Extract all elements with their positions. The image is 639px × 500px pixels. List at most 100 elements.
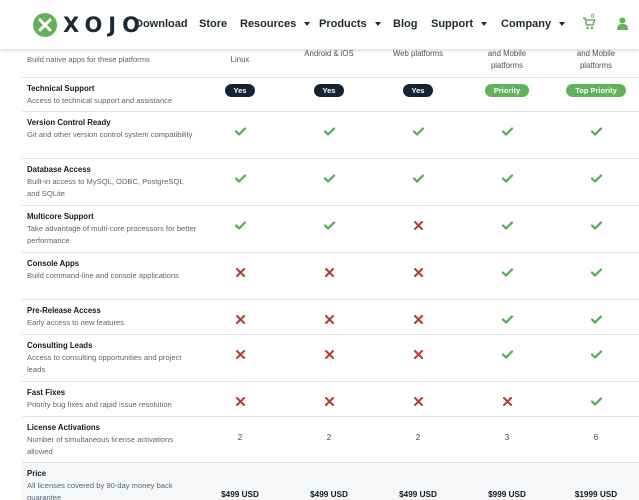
tier-cell: Yes xyxy=(195,84,285,97)
check-icon xyxy=(551,397,639,406)
cross-icon xyxy=(462,397,552,406)
check-icon xyxy=(551,315,639,324)
cart-button[interactable]: 0 xyxy=(582,14,596,35)
feature-title: Version Control Ready xyxy=(27,118,111,127)
tier-cell: Yes xyxy=(284,84,374,97)
platform-cell: and Mobile platforms xyxy=(576,49,616,70)
tier-cell: Yes xyxy=(373,84,463,97)
check-icon xyxy=(373,174,463,183)
price-cell: $1999 USD xyxy=(574,490,618,499)
nav-label: Company xyxy=(501,18,552,30)
chevron-down-icon xyxy=(304,22,311,26)
feature-description: All licenses covered by 90-day money bac… xyxy=(27,481,173,500)
feature-title: Fast Fixes xyxy=(27,388,66,397)
table-row: Pre-Release Access Early access to new fe… xyxy=(22,300,639,335)
support-badge: Priority xyxy=(484,84,530,97)
price-cell: $499 USD xyxy=(310,490,348,499)
check-icon xyxy=(462,127,552,136)
check-icon xyxy=(462,174,552,183)
check-icon xyxy=(462,315,552,324)
nav-label: Products xyxy=(319,18,367,30)
platform-cell: Android & iOS xyxy=(304,49,354,58)
check-icon xyxy=(551,268,639,277)
cross-icon xyxy=(195,397,285,406)
tier-cell: Priority xyxy=(462,84,552,97)
activation-count: 2 xyxy=(237,433,243,442)
feature-title: Consulting Leads xyxy=(27,341,93,350)
table-row: License Activations Number of simultaneou… xyxy=(22,417,639,463)
cross-icon xyxy=(195,350,285,359)
activation-count: 3 xyxy=(504,433,510,442)
cross-icon xyxy=(195,315,285,324)
table-row: Version Control Ready Git and other versi… xyxy=(22,112,639,159)
feature-title: Multicore Support xyxy=(27,212,94,221)
check-icon xyxy=(195,221,285,230)
tier-cell: Top Priority xyxy=(551,84,639,97)
xojo-logo-mark-icon xyxy=(33,13,57,37)
platform-cell: Linux xyxy=(230,55,250,64)
xojo-logo[interactable]: XOJO xyxy=(33,13,146,37)
check-icon xyxy=(462,268,552,277)
support-badge: Yes xyxy=(402,84,434,97)
platform-cell: Web platforms xyxy=(392,49,444,58)
chevron-down-icon xyxy=(481,22,488,26)
check-icon xyxy=(284,127,374,136)
chevron-down-icon xyxy=(374,22,381,26)
nav-label: Resources xyxy=(240,18,297,30)
cross-icon xyxy=(373,221,463,230)
feature-description: Early access to new features xyxy=(27,318,125,327)
feature-description: Priority bug fixes and rapid issue resol… xyxy=(27,400,172,409)
nav-label: Store xyxy=(199,18,228,30)
table-row: Multicore Support Take advantage of multi… xyxy=(22,206,639,253)
platform-cell: and Mobile platforms xyxy=(487,49,527,70)
feature-description: Take advantage of multi-core processors … xyxy=(27,224,197,245)
cross-icon xyxy=(284,350,374,359)
cross-icon xyxy=(284,315,374,324)
feature-description: Build command-line and console applicati… xyxy=(27,271,179,280)
support-badge: Top Priority xyxy=(566,84,626,97)
feature-title: Console Apps xyxy=(27,259,80,268)
nav-resources[interactable]: Resources xyxy=(240,18,311,30)
user-icon xyxy=(617,17,628,30)
table-row: Consulting Leads Access to consulting opp… xyxy=(22,335,639,382)
nav-download[interactable]: Download xyxy=(135,18,188,30)
nav-label: Support xyxy=(431,18,474,30)
check-icon xyxy=(551,221,639,230)
feature-description: Access to technical support and assistan… xyxy=(27,96,173,105)
nav-store[interactable]: Store xyxy=(199,18,227,30)
table-row: Fast Fixes Priority bug fixes and rapid i… xyxy=(22,382,639,417)
check-icon xyxy=(195,127,285,136)
cross-icon xyxy=(284,397,374,406)
check-icon xyxy=(551,127,639,136)
logo-text: XOJO xyxy=(63,13,146,37)
check-icon xyxy=(373,127,463,136)
price-cell: $499 USD xyxy=(399,490,437,499)
nav-label: Download xyxy=(135,18,188,30)
check-icon xyxy=(195,174,285,183)
feature-title: License Activations xyxy=(27,423,100,432)
activation-count: 2 xyxy=(326,433,332,442)
cart-count: 0 xyxy=(591,14,595,20)
nav-blog[interactable]: Blog xyxy=(393,18,417,30)
nav-company[interactable]: Company xyxy=(501,18,566,30)
feature-title: Database Access xyxy=(27,165,91,174)
check-icon xyxy=(284,221,374,230)
activation-count: 2 xyxy=(415,433,421,442)
check-icon xyxy=(551,350,639,359)
account-button[interactable] xyxy=(617,17,628,35)
feature-description: Number of simultaneous license activatio… xyxy=(27,435,174,456)
feature-title: Pre-Release Access xyxy=(27,306,101,315)
table-row: Technical Support Access to technical sup… xyxy=(22,78,639,112)
feature-title: Technical Support xyxy=(27,84,95,93)
price-cell: $999 USD xyxy=(488,490,526,499)
activation-count: 6 xyxy=(593,433,599,442)
check-icon xyxy=(551,174,639,183)
nav-label: Blog xyxy=(393,18,418,30)
nav-support[interactable]: Support xyxy=(431,18,488,30)
nav-products[interactable]: Products xyxy=(319,18,381,30)
check-icon xyxy=(462,221,552,230)
feature-description: Git and other version control system com… xyxy=(27,130,193,139)
cross-icon xyxy=(373,315,463,324)
cross-icon xyxy=(373,268,463,277)
feature-description: Built-in access to MySQL, ODBC, PostgreS… xyxy=(27,177,184,198)
